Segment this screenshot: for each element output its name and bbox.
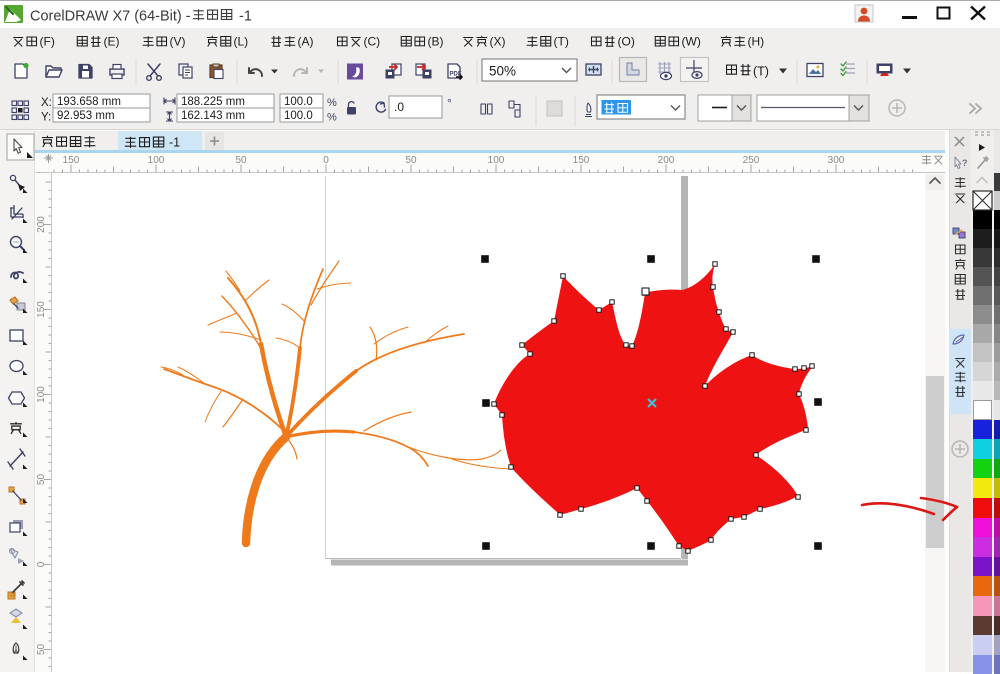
svg-text:92.953 mm: 92.953 mm [57, 110, 115, 122]
svg-text:-1: -1 [239, 9, 252, 25]
svg-text:100.0: 100.0 [284, 96, 313, 108]
svg-text:50%: 50% [489, 64, 516, 79]
svg-text:%: % [327, 112, 337, 124]
svg-text:(B): (B) [428, 35, 444, 49]
svg-text:(W): (W) [682, 35, 701, 49]
svg-text:CorelDRAW X7 (64-Bit) -: CorelDRAW X7 (64-Bit) - [30, 9, 191, 25]
svg-text:150: 150 [63, 155, 80, 166]
svg-text:300: 300 [828, 155, 845, 166]
svg-text:(H): (H) [748, 35, 765, 49]
svg-text:200: 200 [36, 216, 47, 233]
svg-text:188.225 mm: 188.225 mm [181, 96, 245, 108]
svg-text:(X): (X) [490, 35, 506, 49]
svg-text:.0: .0 [394, 100, 404, 114]
svg-text:193.658 mm: 193.658 mm [57, 96, 121, 108]
svg-text:150: 150 [36, 301, 47, 318]
svg-text:50: 50 [405, 155, 417, 166]
svg-text:50: 50 [235, 155, 247, 166]
svg-text:200: 200 [658, 155, 675, 166]
svg-text:Y:: Y: [41, 112, 51, 124]
svg-text:(C): (C) [364, 35, 381, 49]
svg-text:0: 0 [36, 561, 47, 567]
svg-text:100: 100 [148, 155, 165, 166]
svg-text:162.143 mm: 162.143 mm [181, 110, 245, 122]
svg-text:250: 250 [743, 155, 760, 166]
svg-text:X:: X: [41, 97, 52, 109]
svg-text:0: 0 [323, 155, 329, 166]
svg-text:-1: -1 [169, 136, 180, 150]
svg-text:50: 50 [36, 644, 47, 656]
svg-text:°: ° [447, 96, 452, 110]
svg-text:(V): (V) [170, 35, 186, 49]
svg-text:%: % [327, 97, 337, 109]
svg-text:100: 100 [488, 155, 505, 166]
svg-text:?: ? [962, 158, 968, 168]
svg-text:100: 100 [36, 386, 47, 403]
svg-text:(T): (T) [554, 35, 569, 49]
svg-text:(L): (L) [234, 35, 249, 49]
svg-text:(E): (E) [104, 35, 120, 49]
svg-text:150: 150 [573, 155, 590, 166]
svg-text:(A): (A) [298, 35, 314, 49]
svg-text:(T): (T) [753, 65, 769, 79]
svg-text:(F): (F) [40, 35, 55, 49]
svg-text:100.0: 100.0 [284, 110, 313, 122]
svg-text:(O): (O) [618, 35, 635, 49]
svg-text:50: 50 [36, 474, 47, 486]
